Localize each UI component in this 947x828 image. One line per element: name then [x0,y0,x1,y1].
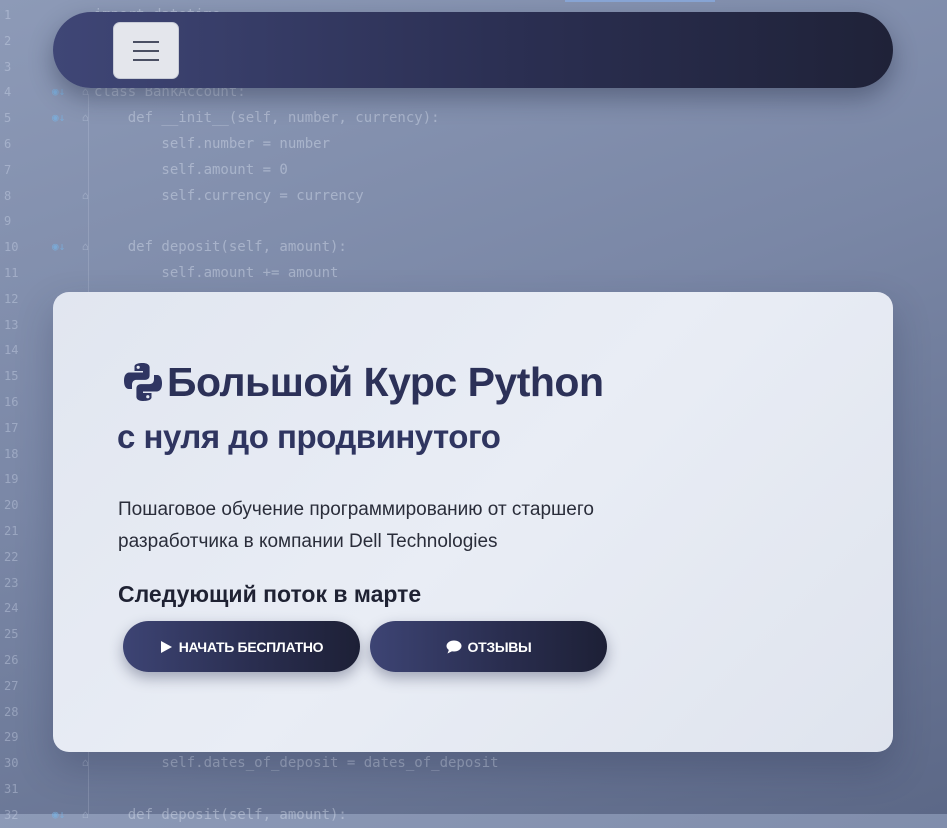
code-line: 7 self.amount = 0 [0,157,947,183]
code-text: def deposit(self, amount): [94,239,347,256]
start-free-button-label: НАЧАТЬ БЕСПЛАТНО [178,638,324,655]
line-number: 27 [4,678,19,693]
fold-icon: ⌂ [82,756,89,770]
code-text: self.amount += amount [94,265,339,281]
gutter-marker-icon: ◉↓ [52,85,66,99]
comment-icon [446,640,462,653]
line-number: 14 [4,343,19,358]
line-number: 29 [4,730,19,745]
code-line: 11 self.amount += amount [0,260,947,286]
line-number: 8 [4,188,12,203]
line-number: 15 [4,369,19,384]
fold-icon: ⌂ [82,807,89,821]
line-number: 18 [4,446,19,461]
line-number: 11 [4,266,19,280]
code-text: self.number = number [94,136,331,152]
python-logo-icon [124,363,162,401]
line-number: 6 [4,137,12,151]
code-line: 9 [0,208,947,234]
menu-button[interactable] [113,22,179,79]
code-line: 10 ◉↓ ⌂ def deposit(self, amount): [0,234,947,260]
code-line: 32 ◉↓ ⌂ def deposit(self, amount): [0,802,947,828]
hero-subtitle: с нуля до продвинутого [117,418,501,455]
code-text: self.amount = 0 [94,161,288,178]
code-line: 30 ⌂ self.dates_of_deposit = dates_of_dep… [0,750,947,776]
hero-title-row: Большой Курс Python [121,356,604,408]
fold-icon: ⌂ [82,240,89,254]
line-number: 28 [4,704,19,719]
line-number: 25 [4,627,19,642]
hero-description: Пошаговое обучение программированию от с… [118,499,594,552]
line-number: 23 [4,575,19,590]
line-number: 3 [4,59,12,74]
reviews-button-label: ОТЗЫВЫ [467,638,532,655]
line-number: 24 [4,601,19,616]
line-number: 20 [4,498,19,513]
code-text: self.currency = currency [94,187,364,204]
hero-card: Большой Курс Python с нуля до продвинуто… [53,292,893,752]
line-number: 13 [4,317,19,332]
line-number: 10 [4,240,19,255]
reviews-button[interactable]: ОТЗЫВЫ [370,621,607,672]
line-number: 9 [4,214,12,229]
line-number: 17 [4,420,19,435]
line-number: 19 [4,472,19,487]
line-number: 12 [4,291,19,306]
line-number: 16 [4,395,19,409]
line-number: 5 [4,111,12,126]
code-text: def deposit(self, amount): [94,806,347,823]
line-number: 22 [4,549,19,564]
code-line: 31 [0,776,947,802]
code-line: 6 self.number = number [0,131,947,157]
top-navbar [53,12,893,88]
fold-icon: ⌂ [82,188,89,202]
gutter-marker-icon: ◉↓ [52,807,66,821]
line-number: 31 [4,782,19,796]
line-number: 1 [4,8,12,22]
line-number: 4 [4,85,12,100]
line-number: 21 [4,524,19,538]
code-text: self.dates_of_deposit = dates_of_deposit [94,755,499,772]
line-number: 2 [4,33,12,48]
line-number: 32 [4,807,19,822]
start-free-button[interactable]: НАЧАТЬ БЕСПЛАТНО [123,621,360,672]
code-text: def __init__(self, number, currency): [94,110,440,127]
gutter-marker-icon: ◉↓ [52,240,66,254]
line-number: 30 [4,756,19,771]
line-number: 26 [4,653,19,667]
line-number: 7 [4,162,12,177]
gutter-marker-icon: ◉↓ [52,111,66,125]
play-icon [160,640,172,653]
code-line: 8 ⌂ self.currency = currency [0,183,947,209]
fold-icon: ⌂ [82,111,89,125]
hero-title: Большой Курс Python [167,358,604,405]
next-stream-text: Следующий поток в марте [118,581,422,607]
code-line: 5 ◉↓ ⌂ def __init__(self, number, currency… [0,105,947,131]
